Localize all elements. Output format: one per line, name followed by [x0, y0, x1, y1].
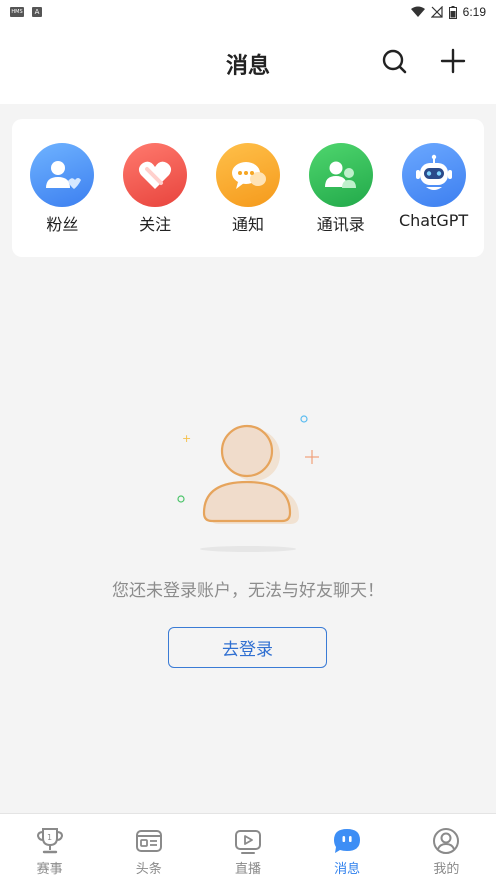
tab-label: 消息: [334, 862, 361, 877]
shortcut-follow[interactable]: 关注: [110, 143, 200, 235]
battery-icon: [448, 5, 457, 19]
shortcut-label: 通知: [231, 215, 264, 234]
status-left-icons: HMS A: [10, 7, 42, 17]
shortcut-contacts[interactable]: 通讯录: [296, 143, 386, 235]
tab-label: 赛事: [36, 862, 63, 877]
header: 消息: [0, 24, 496, 104]
empty-user-illustration: +: [168, 408, 328, 558]
shortcut-notice[interactable]: 通知: [203, 143, 293, 235]
status-time: 6:19: [462, 5, 486, 19]
no-signal-icon: [430, 6, 443, 18]
shortcut-label: 通讯录: [316, 215, 365, 234]
tab-label: 头条: [135, 862, 162, 877]
page-title: 消息: [225, 54, 270, 79]
tab-label: 我的: [433, 862, 460, 877]
contacts-icon: [308, 143, 373, 207]
follow-heart-icon: [123, 143, 188, 207]
svg-text:+: +: [182, 432, 191, 445]
empty-state-message: 您还未登录账户，无法与好友聊天！: [112, 581, 384, 601]
shortcut-card: 粉丝 关注 通知 通讯录 ChatGPT: [12, 119, 484, 257]
shortcut-label: ChatGPT: [398, 211, 469, 230]
shortcut-chatgpt[interactable]: ChatGPT: [389, 143, 479, 230]
tab-headlines[interactable]: 头条: [99, 814, 198, 888]
svg-text:1: 1: [47, 833, 52, 842]
search-button[interactable]: [379, 46, 409, 76]
status-right-icons: 6:19: [410, 5, 486, 19]
shortcut-label: 关注: [139, 215, 172, 234]
trophy-icon: 1: [35, 826, 65, 856]
plus-icon: [440, 48, 466, 74]
tab-matches[interactable]: 1 赛事: [0, 814, 99, 888]
tab-live[interactable]: 直播: [198, 814, 297, 888]
tab-label: 直播: [234, 862, 261, 877]
live-play-icon: [233, 826, 263, 856]
message-icon: [332, 826, 362, 856]
fans-icon: [30, 143, 95, 207]
search-icon: [382, 49, 407, 74]
status-bar: HMS A 6:19: [0, 0, 496, 24]
wifi-icon: [410, 6, 425, 17]
a-icon: A: [32, 7, 42, 17]
shortcut-label: 粉丝: [46, 215, 79, 234]
login-button[interactable]: 去登录: [168, 627, 327, 668]
hms-icon: HMS: [10, 7, 24, 17]
bottom-tab-bar: 1 赛事 头条 直播 消息 我的: [0, 813, 496, 888]
tab-messages[interactable]: 消息: [298, 814, 397, 888]
notice-bubble-icon: [215, 143, 280, 207]
add-button[interactable]: [438, 46, 468, 76]
shortcut-fans[interactable]: 粉丝: [17, 143, 107, 235]
tab-profile[interactable]: 我的: [397, 814, 496, 888]
robot-icon: [401, 143, 466, 207]
news-icon: [134, 826, 164, 856]
profile-icon: [431, 826, 461, 856]
